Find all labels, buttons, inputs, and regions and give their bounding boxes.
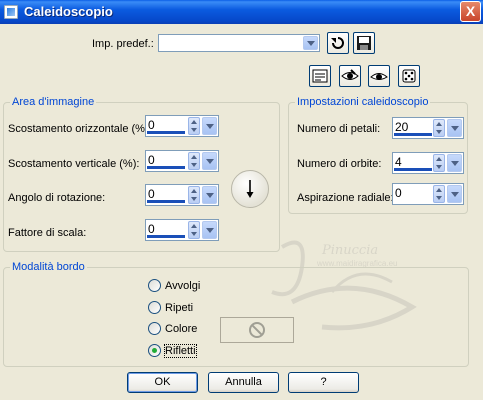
edge-color-swatch[interactable] xyxy=(220,317,294,343)
rotation-angle-value: 0 xyxy=(148,187,155,201)
window-title: Caleidoscopio xyxy=(24,4,113,19)
radio-label-reflect: Rifletti xyxy=(164,343,197,358)
radio-button[interactable] xyxy=(148,322,161,335)
save-icon xyxy=(357,36,371,50)
spin-arrows-icon[interactable] xyxy=(433,185,445,203)
undo-icon xyxy=(331,37,344,49)
horizontal-offset-value: 0 xyxy=(148,118,155,132)
spin-arrows-icon[interactable] xyxy=(188,152,200,170)
proof-button[interactable] xyxy=(339,65,361,87)
petals-label: Numero di petali: xyxy=(297,123,381,135)
eye-icon xyxy=(370,73,388,80)
rotation-angle-label: Angolo di rotazione: xyxy=(8,192,106,204)
title-bar: Caleidoscopio X xyxy=(0,0,483,24)
chevron-down-icon[interactable] xyxy=(447,154,462,172)
preset-label: Imp. predef.: xyxy=(92,38,154,50)
orbits-label: Numero di orbite: xyxy=(297,158,382,170)
chevron-down-icon[interactable] xyxy=(202,117,217,135)
value-bar xyxy=(147,131,185,134)
dice-icon xyxy=(402,69,416,83)
horizontal-offset-field[interactable]: 0 xyxy=(145,115,219,137)
scale-factor-value: 0 xyxy=(148,222,155,236)
scale-factor-label: Fattore di scala: xyxy=(8,227,87,239)
spin-arrows-icon[interactable] xyxy=(188,186,200,204)
chevron-down-icon[interactable] xyxy=(202,152,217,170)
orbits-value: 4 xyxy=(395,155,402,169)
randomize-button[interactable] xyxy=(398,65,420,87)
value-bar xyxy=(147,200,185,203)
help-button[interactable]: ? xyxy=(288,372,359,393)
close-button[interactable]: X xyxy=(460,1,481,22)
auto-proof-button[interactable] xyxy=(368,65,390,87)
vertical-offset-field[interactable]: 0 xyxy=(145,150,219,172)
value-bar xyxy=(147,166,185,169)
value-bar xyxy=(394,168,432,171)
spin-arrows-icon[interactable] xyxy=(188,117,200,135)
value-bar xyxy=(147,235,185,238)
petals-field[interactable]: 20 xyxy=(392,117,464,139)
radio-wrap[interactable]: Avvolgi xyxy=(148,279,200,292)
radio-label-repeat: Ripeti xyxy=(165,301,194,314)
ok-button[interactable]: OK xyxy=(127,372,198,393)
chevron-down-icon[interactable] xyxy=(447,185,462,203)
spin-arrows-icon[interactable] xyxy=(433,154,445,172)
chevron-down-icon[interactable] xyxy=(447,119,462,137)
radial-suction-field[interactable]: 0 xyxy=(392,183,464,205)
eye-pointer-icon xyxy=(341,69,359,80)
list-settings-icon xyxy=(312,69,328,83)
watermark-name: Pinuccia xyxy=(321,243,378,258)
dial-arrow-icon xyxy=(246,180,254,198)
disabled-icon xyxy=(249,322,265,338)
spin-arrows-icon[interactable] xyxy=(433,119,445,137)
spin-arrows-icon[interactable] xyxy=(188,221,200,239)
petals-value: 20 xyxy=(395,120,409,134)
value-bar xyxy=(394,133,432,136)
app-icon xyxy=(4,5,18,19)
vertical-offset-label: Scostamento verticale (%): xyxy=(8,158,140,170)
radio-button-selected[interactable] xyxy=(148,344,161,357)
radio-label-color: Colore xyxy=(165,322,198,335)
chevron-down-icon[interactable] xyxy=(303,36,318,50)
radial-suction-value: 0 xyxy=(395,186,402,200)
reset-preset-button[interactable] xyxy=(327,32,349,54)
dialog-window: Caleidoscopio X Imp. predef.: Area d'imm… xyxy=(0,0,483,400)
chevron-down-icon[interactable] xyxy=(202,221,217,239)
preset-combo[interactable] xyxy=(158,34,320,52)
radio-repeat[interactable]: Ripeti xyxy=(148,301,193,314)
edge-mode-legend: Modalità bordo xyxy=(10,261,87,273)
radial-suction-label: Aspirazione radiale: xyxy=(297,192,394,204)
cancel-button[interactable]: Annulla xyxy=(208,372,279,393)
chevron-down-icon[interactable] xyxy=(202,186,217,204)
radio-button[interactable] xyxy=(148,301,161,314)
radio-button[interactable] xyxy=(148,279,161,292)
orbits-field[interactable]: 4 xyxy=(392,152,464,174)
randomize-params-button[interactable] xyxy=(309,65,331,87)
horizontal-offset-label: Scostamento orizzontale (%): xyxy=(8,123,152,135)
radio-color[interactable]: Colore xyxy=(148,322,197,335)
radio-label-wrap: Avvolgi xyxy=(165,279,201,292)
scale-factor-field[interactable]: 0 xyxy=(145,219,219,241)
image-area-legend: Area d'immagine xyxy=(10,96,97,108)
save-preset-button[interactable] xyxy=(353,32,375,54)
kaleidoscope-settings-legend: Impostazioni caleidoscopio xyxy=(295,96,431,108)
vertical-offset-value: 0 xyxy=(148,153,155,167)
rotation-dial[interactable] xyxy=(231,170,269,208)
radio-reflect[interactable]: Rifletti xyxy=(148,343,197,358)
rotation-angle-field[interactable]: 0 xyxy=(145,184,219,206)
